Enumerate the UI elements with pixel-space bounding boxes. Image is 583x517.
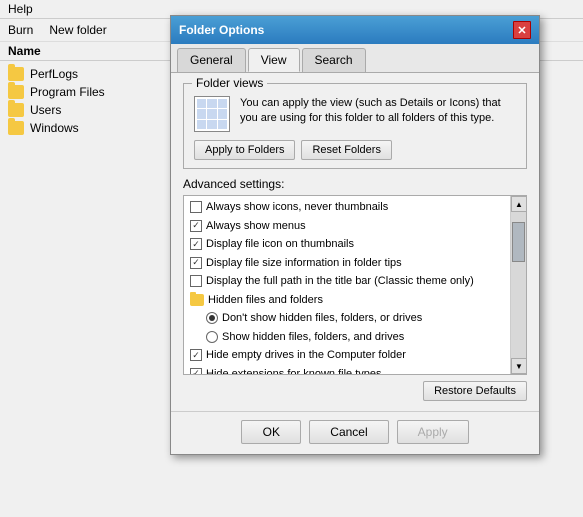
reset-folders-button[interactable]: Reset Folders	[301, 140, 391, 160]
setting-label: Display file icon on thumbnails	[206, 236, 354, 253]
setting-label: Always show icons, never thumbnails	[206, 199, 388, 216]
checkbox-always-show-menus[interactable]	[190, 220, 202, 232]
setting-label: Always show menus	[206, 218, 306, 235]
setting-display-full-path[interactable]: Display the full path in the title bar (…	[184, 272, 510, 291]
item-label: Users	[30, 103, 61, 117]
dialog-footer: OK Cancel Apply	[171, 411, 539, 454]
setting-label: Don't show hidden files, folders, or dri…	[222, 310, 422, 327]
tab-search[interactable]: Search	[302, 48, 366, 72]
settings-list[interactable]: Always show icons, never thumbnails Alwa…	[184, 196, 526, 374]
ok-button[interactable]: OK	[241, 420, 301, 444]
tab-view[interactable]: View	[248, 48, 300, 72]
setting-show-hidden[interactable]: Show hidden files, folders, and drives	[184, 328, 510, 347]
setting-hide-empty-drives[interactable]: Hide empty drives in the Computer folder	[184, 346, 510, 365]
setting-label: Hidden files and folders	[208, 292, 323, 309]
checkbox-always-show-icons[interactable]	[190, 201, 202, 213]
scroll-down-button[interactable]: ▼	[511, 358, 527, 374]
folder-icon-hidden	[190, 294, 204, 306]
burn-button[interactable]: Burn	[8, 23, 33, 37]
folder-views-label: Folder views	[192, 76, 267, 90]
folder-views-buttons: Apply to Folders Reset Folders	[194, 140, 516, 160]
setting-display-file-size[interactable]: Display file size information in folder …	[184, 254, 510, 273]
cancel-button[interactable]: Cancel	[309, 420, 388, 444]
setting-hide-extensions[interactable]: Hide extensions for known file types	[184, 365, 510, 375]
settings-list-container: Always show icons, never thumbnails Alwa…	[183, 195, 527, 375]
checkbox-display-file-icon[interactable]	[190, 238, 202, 250]
setting-always-show-menus[interactable]: Always show menus	[184, 217, 510, 236]
checkbox-display-file-size[interactable]	[190, 257, 202, 269]
folder-views-section: Folder views You can apply the view (suc…	[183, 83, 527, 169]
dialog-title: Folder Options	[179, 23, 264, 37]
setting-label: Display the full path in the title bar (…	[206, 273, 474, 290]
setting-label: Hide empty drives in the Computer folder	[206, 347, 406, 364]
item-label: PerfLogs	[30, 67, 78, 81]
dialog-titlebar: Folder Options ✕	[171, 16, 539, 44]
radio-dont-show-hidden[interactable]	[206, 312, 218, 324]
folder-icon	[8, 103, 24, 117]
checkbox-hide-extensions[interactable]	[190, 368, 202, 374]
restore-defaults-row: Restore Defaults	[183, 381, 527, 401]
folder-icon	[8, 85, 24, 99]
restore-defaults-button[interactable]: Restore Defaults	[423, 381, 527, 401]
scroll-track	[511, 212, 526, 358]
setting-label: Show hidden files, folders, and drives	[222, 329, 404, 346]
setting-hidden-files-header: Hidden files and folders	[184, 291, 510, 310]
setting-label: Hide extensions for known file types	[206, 366, 381, 375]
folder-views-description: You can apply the view (such as Details …	[240, 96, 516, 127]
item-label: Windows	[30, 121, 79, 135]
apply-button[interactable]: Apply	[397, 420, 469, 444]
setting-label: Display file size information in folder …	[206, 255, 402, 272]
checkbox-hide-empty-drives[interactable]	[190, 349, 202, 361]
folder-icon	[8, 67, 24, 81]
dialog-tabs: General View Search	[171, 44, 539, 73]
checkbox-display-full-path[interactable]	[190, 275, 202, 287]
new-folder-button[interactable]: New folder	[49, 23, 106, 37]
setting-display-file-icon[interactable]: Display file icon on thumbnails	[184, 235, 510, 254]
scroll-thumb[interactable]	[512, 222, 525, 262]
item-label: Program Files	[30, 85, 105, 99]
dialog-content: Folder views You can apply the view (suc…	[171, 73, 539, 411]
close-button[interactable]: ✕	[513, 21, 531, 39]
setting-always-show-icons[interactable]: Always show icons, never thumbnails	[184, 198, 510, 217]
folder-view-icon	[194, 96, 230, 132]
settings-scrollbar[interactable]: ▲ ▼	[510, 196, 526, 374]
help-menu[interactable]: Help	[8, 2, 33, 16]
scroll-up-button[interactable]: ▲	[511, 196, 527, 212]
apply-to-folders-button[interactable]: Apply to Folders	[194, 140, 295, 160]
radio-show-hidden[interactable]	[206, 331, 218, 343]
folder-icon	[8, 121, 24, 135]
advanced-settings-label: Advanced settings:	[183, 177, 527, 191]
folder-options-dialog: Folder Options ✕ General View Search Fol…	[170, 15, 540, 455]
tab-general[interactable]: General	[177, 48, 246, 72]
setting-dont-show-hidden[interactable]: Don't show hidden files, folders, or dri…	[184, 309, 510, 328]
